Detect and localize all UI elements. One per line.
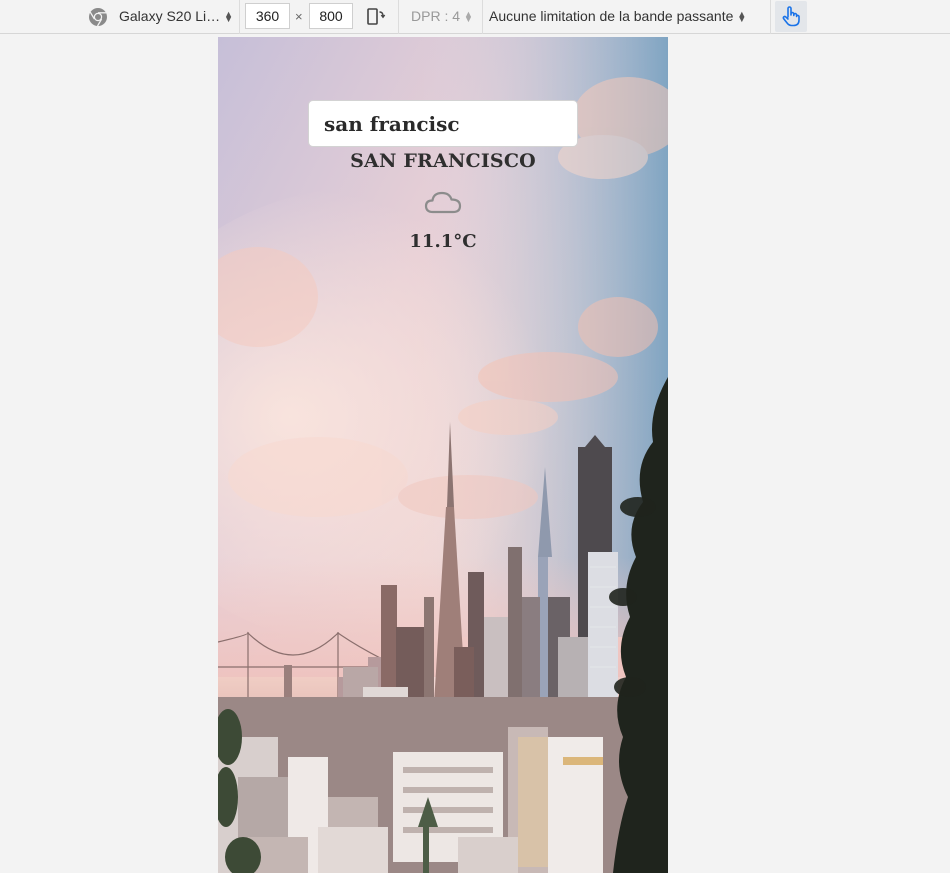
device-selector[interactable]: Galaxy S20 Li… ▲ ▼ bbox=[119, 8, 233, 24]
rotate-device-icon[interactable] bbox=[365, 6, 387, 28]
toolbar-divider bbox=[239, 0, 240, 34]
touch-simulation-button[interactable] bbox=[775, 1, 807, 32]
toolbar-divider bbox=[770, 0, 771, 34]
dimension-separator: × bbox=[295, 9, 303, 24]
device-viewport: SAN FRANCISCO 11.1°C bbox=[218, 37, 668, 873]
cloud-icon bbox=[424, 191, 462, 214]
toolbar-divider bbox=[398, 0, 399, 34]
city-name: SAN FRANCISCO bbox=[350, 150, 536, 172]
throttling-label: Aucune limitation de la bande passante bbox=[489, 8, 734, 24]
weather-app: SAN FRANCISCO 11.1°C bbox=[218, 37, 668, 873]
select-arrows-icon: ▲ ▼ bbox=[737, 9, 747, 25]
viewport-height-input[interactable] bbox=[309, 3, 353, 29]
dpr-label: DPR : 4 bbox=[411, 8, 461, 24]
viewport-width-input[interactable] bbox=[245, 3, 290, 29]
city-search-input[interactable] bbox=[308, 100, 578, 147]
select-arrows-icon: ▲ ▼ bbox=[224, 9, 234, 25]
select-arrows-icon: ▲ ▼ bbox=[464, 9, 473, 25]
toolbar-divider bbox=[482, 0, 483, 34]
device-name: Galaxy S20 Li… bbox=[119, 8, 221, 24]
devtools-toolbar: Galaxy S20 Li…▲▼ × DPR : 4▲▼ Aucune limi… bbox=[0, 0, 950, 34]
throttling-selector[interactable]: Aucune limitation de la bande passante ▲ ▼ bbox=[489, 8, 746, 24]
touch-simulation-icon bbox=[782, 6, 800, 27]
chrome-device-icon bbox=[89, 8, 107, 27]
temperature-value: 11.1°C bbox=[409, 231, 477, 252]
dpr-selector[interactable]: DPR : 4 ▲ ▼ bbox=[411, 8, 473, 24]
